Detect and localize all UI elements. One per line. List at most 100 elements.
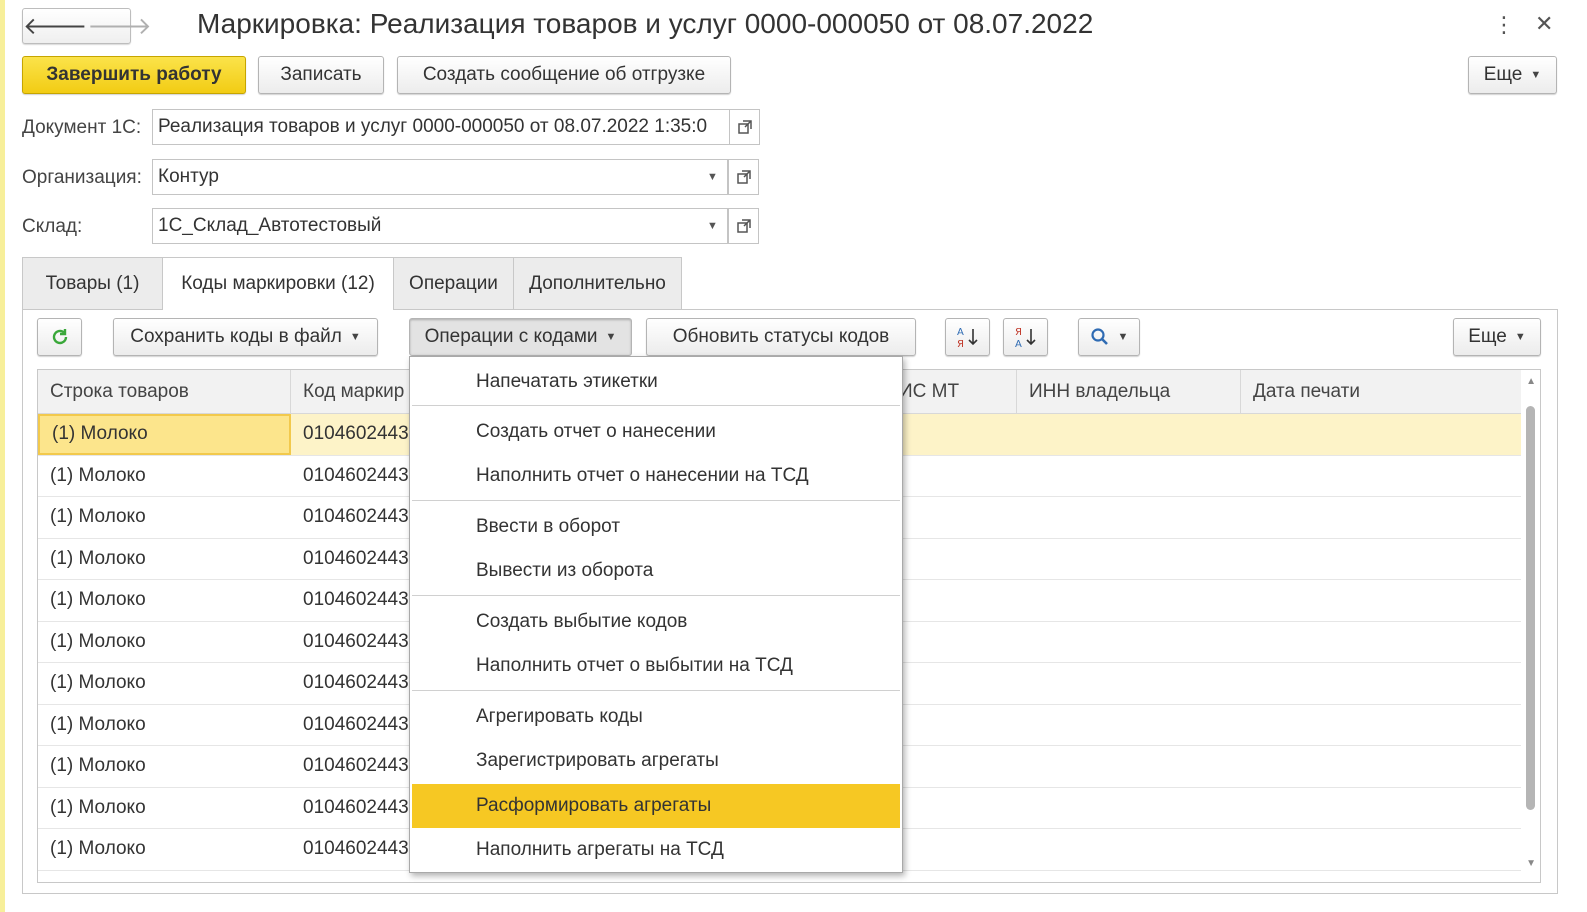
refresh-statuses-button[interactable]: Обновить статусы кодов — [646, 318, 916, 356]
cell-code[interactable]: 0104602443 — [291, 497, 421, 538]
menu-item-print-labels[interactable]: Напечатать этикетки — [412, 360, 900, 404]
cell-code[interactable]: 0104602443 — [291, 456, 421, 497]
cell-code[interactable]: 0104602443 — [291, 663, 421, 704]
grid-more-button[interactable]: Еще ▼ — [1453, 318, 1541, 356]
search-icon — [1090, 328, 1108, 345]
forward-arrow-icon[interactable]: 🡒 — [87, 9, 151, 43]
menu-item-create-codes-disposal[interactable]: Создать выбытие кодов — [412, 600, 900, 644]
scroll-down-icon[interactable]: ▼ — [1526, 858, 1536, 869]
window-title: Маркировка: Реализация товаров и услуг 0… — [197, 8, 1094, 39]
tab-marking-codes[interactable]: Коды маркировки (12) — [162, 257, 394, 310]
more-button-label: Еще — [1483, 64, 1523, 85]
save-button-label: Записать — [280, 64, 362, 85]
menu-item-introduce-into-circulation[interactable]: Ввести в оборот — [412, 505, 900, 549]
grid-more-label: Еще — [1468, 326, 1507, 347]
cell-code[interactable]: 0104602443 — [291, 414, 421, 455]
cell-product[interactable]: (1) Молоко — [38, 829, 291, 870]
cell-product[interactable]: (1) Молоко — [38, 622, 291, 663]
cell-code[interactable]: 0104602443 — [291, 580, 421, 621]
warehouse-field[interactable]: 1С_Склад_Автотестовый — [152, 208, 699, 244]
tab-operations[interactable]: Операции — [393, 257, 514, 309]
refresh-statuses-label: Обновить статусы кодов — [672, 326, 890, 347]
scroll-up-icon[interactable]: ▲ — [1526, 376, 1536, 387]
warehouse-label: Склад: — [22, 216, 83, 237]
column-header[interactable]: Строка товаров — [38, 370, 291, 414]
scroll-thumb[interactable] — [1526, 406, 1535, 810]
column-header[interactable]: ИС МТ — [887, 370, 1017, 414]
save-codes-to-file-button[interactable]: Сохранить коды в файл ▼ — [113, 318, 378, 356]
sort-ascending-icon: А Я — [957, 327, 978, 349]
org-label: Организация: — [22, 167, 142, 188]
code-operations-button[interactable]: Операции с кодами ▼ — [409, 318, 632, 356]
svg-text:А: А — [1015, 339, 1022, 349]
sort-descending-button[interactable]: Я А — [1003, 318, 1048, 356]
org-field[interactable]: Контур — [152, 159, 699, 195]
nav-group: 🡐 🡒 — [22, 8, 152, 44]
column-header[interactable]: ИНН владельца — [1017, 370, 1241, 414]
menu-separator — [412, 690, 900, 691]
cell-product[interactable]: (1) Молоко — [38, 456, 291, 497]
code-operations-menu: Напечатать этикетки Создать отчет о нане… — [409, 356, 903, 873]
chevron-down-icon: ▼ — [1117, 331, 1129, 343]
menu-item-withdraw-from-circulation[interactable]: Вывести из оборота — [412, 549, 900, 593]
save-codes-label: Сохранить коды в файл — [130, 326, 342, 347]
menu-separator — [412, 405, 900, 406]
doc-label: Документ 1С: — [22, 117, 142, 138]
cell-code[interactable]: 0104602443 — [291, 829, 421, 870]
menu-item-fill-aggregates-tsd[interactable]: Наполнить агрегаты на ТСД — [412, 828, 900, 872]
warehouse-dropdown-icon[interactable]: ▼ — [698, 208, 728, 244]
cell-code[interactable]: 0104602443 — [291, 622, 421, 663]
cell-code[interactable]: 0104602443 — [291, 746, 421, 787]
column-header[interactable]: Дата печати — [1241, 370, 1523, 414]
cell-code[interactable]: 0104602443 — [291, 705, 421, 746]
close-icon[interactable]: ✕ — [1535, 11, 1553, 37]
org-dropdown-icon[interactable]: ▼ — [698, 159, 728, 195]
menu-separator — [412, 595, 900, 596]
doc-field[interactable]: Реализация товаров и услуг 0000-000050 о… — [152, 109, 730, 145]
menu-item-create-application-report[interactable]: Создать отчет о нанесении — [412, 410, 900, 454]
finish-button-label: Завершить работу — [46, 64, 222, 85]
tab-additional[interactable]: Дополнительно — [513, 257, 682, 309]
cell-product[interactable]: (1) Молоко — [38, 580, 291, 621]
cell-code[interactable]: 0104602443 — [291, 539, 421, 580]
save-button[interactable]: Записать — [258, 56, 384, 94]
chevron-down-icon: ▼ — [349, 331, 361, 343]
sort-descending-icon: Я А — [1015, 327, 1036, 349]
more-vertical-icon[interactable]: ⋮ — [1493, 12, 1515, 38]
cell-product[interactable]: (1) Молоко — [38, 497, 291, 538]
sort-ascending-button[interactable]: А Я — [945, 318, 990, 356]
menu-item-fill-disposal-report-tsd[interactable]: Наполнить отчет о выбытии на ТСД — [412, 644, 900, 688]
chevron-down-icon: ▼ — [1530, 69, 1542, 81]
cell-product[interactable]: (1) Молоко — [38, 414, 291, 455]
vertical-scrollbar[interactable]: ▲ ▼ — [1521, 370, 1540, 882]
cell-product[interactable]: (1) Молоко — [38, 705, 291, 746]
tab-goods[interactable]: Товары (1) — [22, 257, 163, 309]
more-button[interactable]: Еще ▼ — [1468, 56, 1557, 94]
search-button[interactable]: ▼ — [1078, 318, 1140, 356]
code-operations-label: Операции с кодами — [424, 326, 598, 347]
org-open-link-icon[interactable] — [728, 159, 759, 195]
back-arrow-icon[interactable]: 🡐 — [23, 9, 87, 43]
menu-item-aggregate-codes[interactable]: Агрегировать коды — [412, 695, 900, 739]
svg-text:А: А — [957, 327, 964, 338]
svg-text:Я: Я — [1015, 327, 1022, 338]
cell-product[interactable]: (1) Молоко — [38, 539, 291, 580]
left-stripe — [0, 0, 5, 912]
chevron-down-icon: ▼ — [1514, 331, 1526, 343]
warehouse-open-link-icon[interactable] — [728, 208, 759, 244]
open-link-icon[interactable] — [729, 109, 760, 145]
cell-product[interactable]: (1) Молоко — [38, 788, 291, 829]
cell-product[interactable]: (1) Молоко — [38, 663, 291, 704]
cell-product[interactable]: (1) Молоко — [38, 746, 291, 787]
chevron-down-icon: ▼ — [605, 331, 617, 343]
refresh-button[interactable] — [37, 318, 82, 356]
menu-item-disband-aggregates[interactable]: Расформировать агрегаты — [412, 784, 900, 828]
menu-separator — [412, 500, 900, 501]
cell-code[interactable]: 0104602443 — [291, 788, 421, 829]
menu-item-register-aggregates[interactable]: Зарегистрировать агрегаты — [412, 739, 900, 783]
refresh-icon — [52, 329, 67, 345]
menu-item-fill-application-report-tsd[interactable]: Наполнить отчет о нанесении на ТСД — [412, 454, 900, 498]
create-shipment-message-button[interactable]: Создать сообщение об отгрузке — [397, 56, 731, 94]
create-shipment-message-label: Создать сообщение об отгрузке — [422, 64, 706, 85]
finish-button[interactable]: Завершить работу — [22, 56, 246, 94]
